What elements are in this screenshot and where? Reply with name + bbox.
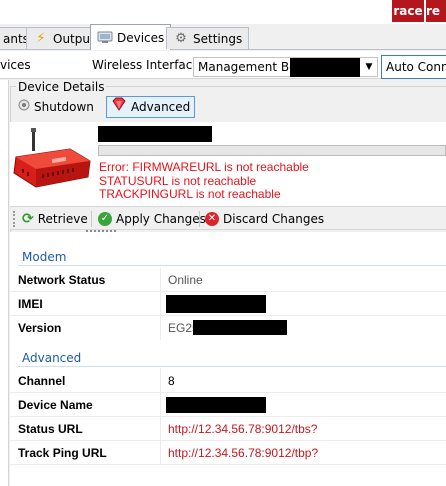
- error-message: TRACKPINGURL is not reachable: [99, 187, 281, 201]
- row-divider: [10, 315, 446, 316]
- row-divider: [10, 464, 446, 465]
- error-message: Error: FIRMWAREURL is not reachable: [99, 160, 309, 174]
- discard-changes-button[interactable]: ✕ Discard Changes: [201, 208, 328, 230]
- section-divider: [18, 265, 446, 266]
- status-url-label: Status URL: [18, 422, 83, 436]
- network-status-value: Online: [168, 273, 203, 287]
- redaction: [98, 126, 212, 142]
- router-device-image: [12, 127, 92, 194]
- power-icon: [18, 97, 30, 117]
- section-advanced-title: Advanced: [22, 351, 82, 365]
- tab-output-label: Output: [53, 31, 95, 46]
- channel-value[interactable]: 8: [168, 374, 175, 388]
- imei-label: IMEI: [18, 297, 43, 311]
- device-name-label: Device Name: [18, 398, 93, 412]
- lightning-icon: ⚡: [36, 30, 46, 46]
- apply-changes-label: Apply Changes: [116, 212, 206, 226]
- actions-toolbar: ⟳ Retrieve ✓ Apply Changes ✕ Discard Cha…: [10, 206, 446, 230]
- tab-devices-label: Devices: [117, 30, 165, 45]
- brand-logo: race re: [392, 0, 446, 22]
- left-panel-label: vices: [0, 58, 31, 72]
- devices-icon: [97, 30, 113, 46]
- row-divider: [10, 416, 446, 417]
- tab-bar: ants ⚡ Output Devices ⚙ Settings: [0, 24, 446, 50]
- logo-part-2: re: [426, 0, 446, 22]
- wireless-interface-label: Wireless Interface:: [92, 58, 204, 72]
- track-ping-url-value[interactable]: http://12.34.56.78:9012/tbp?: [168, 446, 318, 460]
- channel-label: Channel: [18, 374, 66, 388]
- advanced-label: Advanced: [131, 100, 191, 114]
- left-panel: [0, 80, 9, 486]
- gear-icon: ⚙: [175, 30, 187, 46]
- title-strip: [0, 0, 446, 24]
- dropdown-arrow-icon[interactable]: ▼: [361, 57, 377, 77]
- device-details-title: Device Details: [16, 80, 107, 94]
- retrieve-button[interactable]: ⟳ Retrieve: [18, 208, 92, 230]
- refresh-icon: ⟳: [22, 211, 34, 227]
- section-divider: [18, 366, 446, 367]
- row-divider: [10, 440, 446, 441]
- error-messages: Error: FIRMWAREURL is not reachable STAT…: [99, 160, 309, 202]
- toolbar-grip: [13, 211, 15, 227]
- redaction: [290, 58, 360, 77]
- status-progress-bar: [98, 145, 446, 156]
- redaction: [193, 320, 287, 335]
- tab-settings[interactable]: ⚙ Settings: [166, 27, 250, 49]
- status-url-value[interactable]: http://12.34.56.78:9012/tbs?: [168, 422, 317, 436]
- tab-devices[interactable]: Devices: [90, 24, 172, 50]
- gem-icon: [111, 97, 127, 117]
- apply-changes-button[interactable]: ✓ Apply Changes: [94, 208, 210, 230]
- column-separator: [160, 268, 161, 340]
- advanced-button[interactable]: Advanced: [106, 96, 196, 118]
- partial-row: [86, 230, 116, 233]
- close-icon: ✕: [205, 212, 219, 226]
- track-ping-url-label: Track Ping URL: [18, 446, 107, 460]
- row-divider: [10, 392, 446, 393]
- tab-settings-label: Settings: [193, 31, 243, 46]
- error-message: STATUSURL is not reachable: [99, 173, 257, 188]
- discard-changes-label: Discard Changes: [223, 212, 325, 226]
- device-toolbar: Shutdown Advanced: [14, 96, 446, 120]
- row-divider: [10, 291, 446, 292]
- redaction: [166, 397, 266, 413]
- shutdown-label: Shutdown: [34, 100, 94, 114]
- toolbar-separator: [91, 211, 92, 227]
- redaction: [166, 295, 266, 313]
- retrieve-label: Retrieve: [37, 212, 88, 226]
- logo-part-1: race: [392, 0, 424, 22]
- version-label: Version: [18, 321, 62, 335]
- section-modem-title: Modem: [22, 250, 67, 264]
- network-status-label: Network Status: [18, 273, 106, 287]
- auto-connect-button[interactable]: Auto Conne: [381, 55, 446, 79]
- toolbar-separator: [199, 211, 200, 227]
- checkmark-icon: ✓: [98, 212, 112, 226]
- shutdown-button[interactable]: Shutdown: [14, 96, 98, 118]
